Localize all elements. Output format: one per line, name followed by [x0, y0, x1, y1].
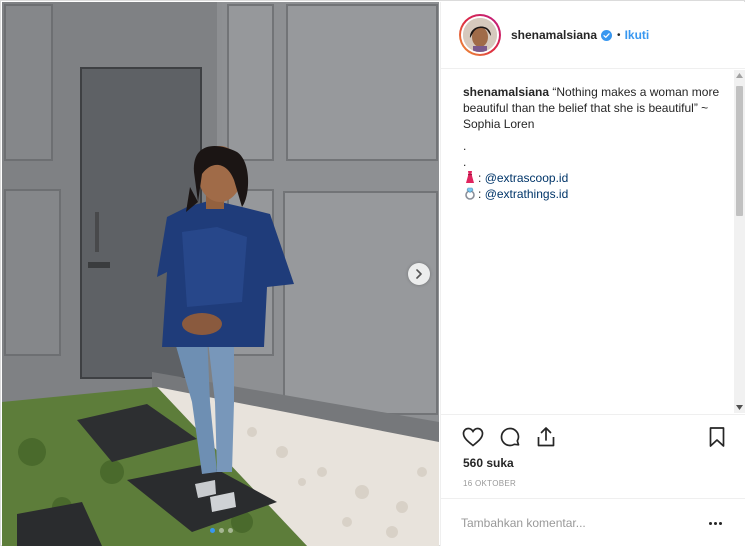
caption-text: shenamalsiana “Nothing makes a woman mor… [463, 85, 719, 131]
bookmark-icon [709, 427, 725, 447]
dress-emoji-icon [466, 171, 474, 183]
caption-dot-2: . [463, 155, 467, 169]
carousel-dot-3 [228, 528, 233, 533]
scroll-down-arrow-icon[interactable] [734, 402, 745, 413]
carousel-next-button[interactable] [408, 263, 430, 285]
comment-icon [500, 427, 520, 447]
scrollbar-thumb[interactable] [736, 86, 743, 216]
carousel-dot-2 [219, 528, 224, 533]
more-dot-icon [708, 521, 712, 525]
heart-icon [462, 427, 484, 447]
post-header: shenamalsiana • Ikuti [441, 2, 745, 69]
like-count[interactable]: 560 suka [463, 456, 514, 470]
ring-emoji-icon [465, 187, 475, 200]
avatar[interactable] [459, 14, 501, 56]
action-bar [441, 414, 745, 454]
post-side-panel: shenamalsiana • Ikuti shenamalsiana “Not… [440, 2, 745, 546]
comment-button[interactable] [498, 425, 522, 449]
header-username[interactable]: shenamalsiana [511, 28, 597, 42]
post-dialog: shenamalsiana • Ikuti shenamalsiana “Not… [0, 0, 745, 546]
chevron-right-icon [416, 269, 422, 279]
carousel-indicator [210, 528, 233, 533]
share-upload-icon [537, 427, 555, 447]
header-separator: • [617, 29, 621, 41]
comments-scrollbar[interactable] [734, 70, 745, 413]
avatar-image [463, 18, 497, 52]
add-comment-section [441, 498, 745, 546]
save-button[interactable] [705, 425, 729, 449]
caption-dot-1: . [463, 139, 467, 153]
verified-badge-icon [601, 29, 613, 41]
caption-mention-line-2: : @extrathings.id [463, 186, 723, 202]
like-button[interactable] [461, 425, 485, 449]
share-button[interactable] [534, 425, 558, 449]
mention-extrascoop[interactable]: @extrascoop.id [485, 171, 569, 185]
more-dot-icon [718, 521, 722, 525]
caption-username[interactable]: shenamalsiana [463, 85, 549, 99]
follow-button[interactable]: Ikuti [625, 28, 650, 42]
caption-block: shenamalsiana “Nothing makes a woman mor… [463, 84, 723, 202]
caption-mention-line-1: : @extrascoop.id [463, 170, 723, 186]
comment-input[interactable] [461, 511, 691, 535]
more-options-button[interactable] [705, 513, 725, 533]
mention-separator-2: : [478, 187, 482, 201]
scroll-up-arrow-icon[interactable] [734, 70, 745, 81]
post-date[interactable]: 16 OKTOBER [463, 479, 516, 488]
more-dot-icon [713, 521, 717, 525]
header-user-row: shenamalsiana • Ikuti [511, 28, 649, 42]
mention-separator-1: : [478, 171, 482, 185]
carousel-dot-1 [210, 528, 215, 533]
post-photo[interactable] [2, 2, 439, 546]
mention-extrathings[interactable]: @extrathings.id [485, 187, 569, 201]
post-image [2, 2, 439, 546]
